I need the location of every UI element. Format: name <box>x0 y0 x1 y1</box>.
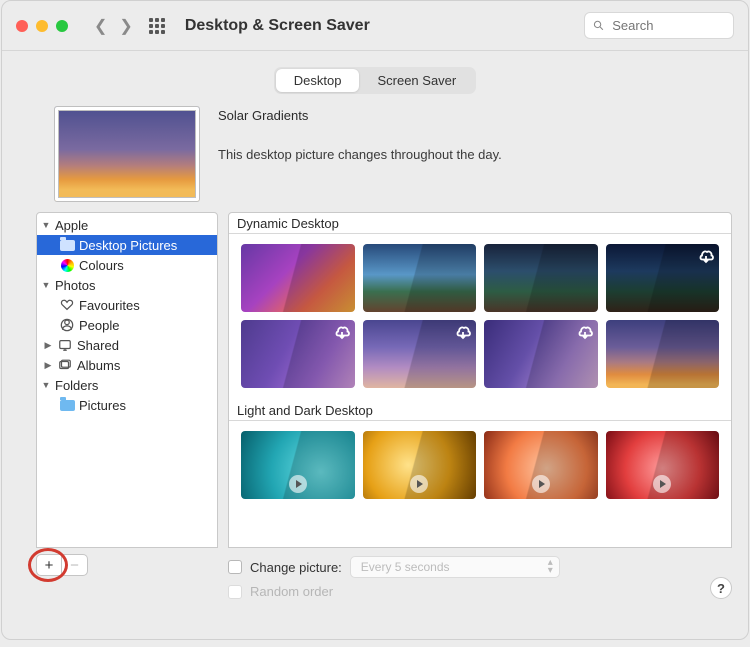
current-desktop-preview <box>54 106 200 202</box>
tree-group-apple[interactable]: ▼ Apple <box>37 215 217 235</box>
section-header-dynamic: Dynamic Desktop <box>229 213 731 234</box>
chevron-updown-icon: ▴▾ <box>548 559 553 575</box>
disclosure-icon: ▶ <box>43 340 53 351</box>
tree-group-photos[interactable]: ▼ Photos <box>37 275 217 295</box>
tree-item-pictures[interactable]: Pictures <box>37 395 217 415</box>
play-icon <box>653 475 671 493</box>
lightdark-thumb-grid <box>229 421 731 511</box>
preview-text: Solar Gradients This desktop picture cha… <box>218 106 502 202</box>
album-icon <box>57 358 73 372</box>
wallpaper-thumb[interactable] <box>606 244 720 312</box>
tree-group-folders[interactable]: ▼ Folders <box>37 375 217 395</box>
tree-item-albums[interactable]: ▶ Albums <box>37 355 217 375</box>
source-sidebar[interactable]: ▼ Apple Desktop Pictures Colours ▼ Photo… <box>36 212 218 548</box>
tree-group-label: Folders <box>55 378 98 393</box>
tree-item-label: Pictures <box>79 398 126 413</box>
disclosure-icon: ▼ <box>41 220 51 230</box>
wallpaper-thumb[interactable] <box>484 320 598 388</box>
change-interval-select[interactable]: Every 5 seconds ▴▾ <box>350 556 560 578</box>
zoom-window-button[interactable] <box>56 20 68 32</box>
wallpaper-thumb[interactable] <box>606 320 720 388</box>
wallpaper-grid-panel[interactable]: Dynamic Desktop Light and Da <box>228 212 732 548</box>
tree-item-label: People <box>79 318 119 333</box>
wallpaper-thumb[interactable] <box>484 431 598 499</box>
tree-item-desktop-pictures[interactable]: Desktop Pictures <box>37 235 217 255</box>
tree-item-label: Shared <box>77 338 119 353</box>
random-order-label: Random order <box>250 584 333 599</box>
wallpaper-thumb[interactable] <box>606 431 720 499</box>
wallpaper-thumb[interactable] <box>363 320 477 388</box>
dynamic-thumb-grid <box>229 234 731 400</box>
disclosure-icon: ▶ <box>43 360 53 371</box>
source-tree: ▼ Apple Desktop Pictures Colours ▼ Photo… <box>37 213 217 417</box>
tree-item-label: Favourites <box>79 298 140 313</box>
tabs-row: Desktop Screen Saver <box>2 51 748 102</box>
wallpaper-thumb[interactable] <box>241 244 355 312</box>
chroma-icon <box>59 259 75 272</box>
nav-buttons: ❮ ❯ <box>94 16 133 36</box>
disclosure-icon: ▼ <box>41 380 51 390</box>
back-button[interactable]: ❮ <box>94 16 107 36</box>
wallpaper-thumb[interactable] <box>484 244 598 312</box>
tree-item-label: Colours <box>79 258 124 273</box>
remove-folder-button[interactable]: − <box>62 554 88 576</box>
random-order-row: Random order <box>228 584 692 599</box>
tree-group-label: Photos <box>55 278 95 293</box>
tab-screensaver[interactable]: Screen Saver <box>359 69 474 92</box>
current-desktop-desc: This desktop picture changes throughout … <box>218 147 502 162</box>
change-picture-checkbox[interactable] <box>228 560 242 574</box>
section-header-lightdark: Light and Dark Desktop <box>229 400 731 421</box>
tree-item-shared[interactable]: ▶ Shared <box>37 335 217 355</box>
wallpaper-thumb[interactable] <box>241 431 355 499</box>
forward-button[interactable]: ❯ <box>119 16 132 36</box>
tree-group-label: Apple <box>55 218 88 233</box>
play-icon <box>289 475 307 493</box>
folder-icon <box>59 240 75 251</box>
add-folder-button[interactable]: + <box>36 554 62 576</box>
download-icon <box>576 324 594 342</box>
tree-item-colours[interactable]: Colours <box>37 255 217 275</box>
pane-title: Desktop & Screen Saver <box>185 17 370 35</box>
random-order-checkbox <box>228 585 242 599</box>
person-icon <box>59 318 75 332</box>
system-preferences-window: ❮ ❯ Desktop & Screen Saver Desktop Scree… <box>1 0 749 640</box>
change-picture-label: Change picture: <box>250 560 342 575</box>
tree-item-label: Albums <box>77 358 120 373</box>
titlebar: ❮ ❯ Desktop & Screen Saver <box>2 1 748 51</box>
tab-desktop[interactable]: Desktop <box>276 69 360 92</box>
tree-item-people[interactable]: People <box>37 315 217 335</box>
download-icon <box>697 248 715 266</box>
current-desktop-name: Solar Gradients <box>218 108 502 123</box>
add-remove-group: + − <box>36 554 218 576</box>
tree-item-label: Desktop Pictures <box>79 238 177 253</box>
search-input[interactable] <box>610 17 725 34</box>
disclosure-icon: ▼ <box>41 280 51 290</box>
help-button[interactable]: ? <box>710 577 732 599</box>
search-field[interactable] <box>584 12 734 39</box>
folder-icon <box>59 400 75 411</box>
bottom-controls: + − Change picture: Every 5 seconds ▴▾ R… <box>2 548 748 607</box>
change-picture-options: Change picture: Every 5 seconds ▴▾ Rando… <box>228 554 692 599</box>
minimize-window-button[interactable] <box>36 20 48 32</box>
heart-icon <box>59 298 75 312</box>
change-picture-row: Change picture: Every 5 seconds ▴▾ <box>228 556 692 578</box>
show-all-prefs-button[interactable] <box>149 18 165 34</box>
select-value: Every 5 seconds <box>361 560 450 574</box>
content-split: ▼ Apple Desktop Pictures Colours ▼ Photo… <box>2 212 748 548</box>
download-icon <box>333 324 351 342</box>
preview-row: Solar Gradients This desktop picture cha… <box>2 102 748 212</box>
play-icon <box>532 475 550 493</box>
wallpaper-thumb[interactable] <box>241 320 355 388</box>
search-icon <box>593 19 604 32</box>
shared-icon <box>57 338 73 352</box>
download-icon <box>454 324 472 342</box>
play-icon <box>410 475 428 493</box>
wallpaper-thumb[interactable] <box>363 431 477 499</box>
tree-item-favourites[interactable]: Favourites <box>37 295 217 315</box>
tab-group: Desktop Screen Saver <box>274 67 476 94</box>
window-controls <box>16 20 68 32</box>
close-window-button[interactable] <box>16 20 28 32</box>
wallpaper-thumb[interactable] <box>363 244 477 312</box>
